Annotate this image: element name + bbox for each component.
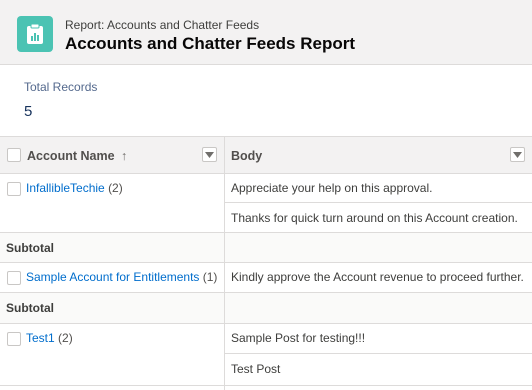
body-cell: Thanks for quick turn around on this Acc… xyxy=(231,211,518,225)
subtotal-label: Subtotal xyxy=(6,301,54,315)
report-icon xyxy=(17,16,53,52)
total-records-value: 5 xyxy=(24,103,33,120)
column-header-account-name[interactable]: Account Name ↑ xyxy=(27,149,127,163)
body-cell: Sample Post for testing!!! xyxy=(231,331,366,345)
body-cell: Test Post xyxy=(231,362,281,376)
row-checkbox[interactable] xyxy=(7,182,21,196)
chevron-down-icon xyxy=(513,151,522,158)
select-all-checkbox[interactable] xyxy=(7,148,21,162)
table-row: InfallibleTechie (2) Appreciate your hel… xyxy=(0,174,532,233)
total-records-label: Total Records xyxy=(24,80,98,94)
page-title: Accounts and Chatter Feeds Report xyxy=(65,34,355,53)
table-row: Test1 (2) Sample Post for testing!!! Tes… xyxy=(0,324,532,386)
column-divider xyxy=(224,137,225,390)
body-cell: Kindly approve the Account revenue to pr… xyxy=(231,270,524,284)
row-checkbox[interactable] xyxy=(7,271,21,285)
cell-divider xyxy=(225,353,532,354)
account-record-count: (2) xyxy=(108,181,123,195)
body-cell: Appreciate your help on this approval. xyxy=(231,181,433,195)
chevron-down-icon xyxy=(205,151,214,158)
table-header-row: Account Name ↑ Body xyxy=(0,137,532,174)
account-record-count: (2) xyxy=(58,331,73,345)
account-record-count: (1) xyxy=(202,270,218,284)
report-header: Report: Accounts and Chatter Feeds Accou… xyxy=(0,0,532,65)
column-header-body[interactable]: Body xyxy=(231,149,262,163)
table-row: Sample Account for Entitlements (1) Kind… xyxy=(0,263,532,293)
subtotal-row: Subtotal xyxy=(0,233,532,263)
account-name-column-menu-button[interactable] xyxy=(202,147,217,162)
row-checkbox[interactable] xyxy=(7,332,21,346)
account-name[interactable]: Sample Account for Entitlements xyxy=(26,270,199,284)
account-link[interactable]: InfallibleTechie (2) xyxy=(26,181,123,195)
account-link[interactable]: Test1 (2) xyxy=(26,331,73,345)
body-column-menu-button[interactable] xyxy=(510,147,525,162)
sort-ascending-icon[interactable]: ↑ xyxy=(121,149,127,163)
report-breadcrumb: Report: Accounts and Chatter Feeds xyxy=(65,18,260,32)
report-table: Account Name ↑ Body InfallibleTechie (2)… xyxy=(0,136,532,390)
subtotal-row: Subtotal xyxy=(0,293,532,324)
account-name[interactable]: Test1 xyxy=(26,331,55,345)
cell-divider xyxy=(225,202,532,203)
account-link[interactable]: Sample Account for Entitlements (1) xyxy=(26,270,217,284)
subtotal-label: Subtotal xyxy=(6,241,54,255)
column-header-account-name-label: Account Name xyxy=(27,149,115,163)
account-name[interactable]: InfallibleTechie xyxy=(26,181,105,195)
